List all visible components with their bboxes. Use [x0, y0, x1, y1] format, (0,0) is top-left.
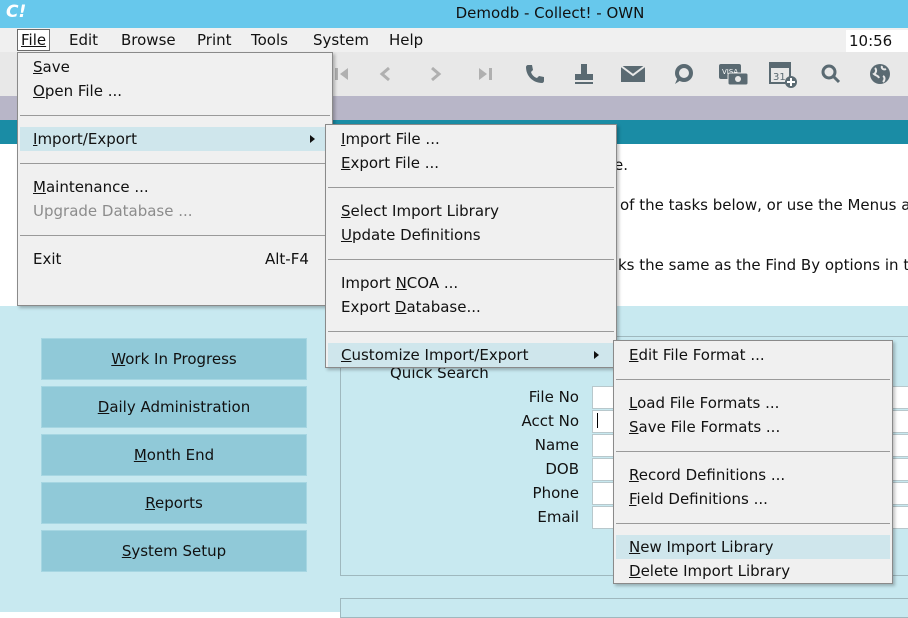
menu-maintenance[interactable]: Maintenance ...	[33, 178, 149, 196]
menu-record-definitions[interactable]: Record Definitions ...	[629, 466, 785, 484]
menu-help[interactable]: Help	[389, 31, 423, 49]
text-cursor	[597, 413, 598, 428]
menu-select-import-library[interactable]: Select Import Library	[341, 202, 499, 220]
menu-separator	[616, 379, 890, 380]
menu-import-file[interactable]: Import File ...	[341, 130, 440, 148]
calendar-add-icon[interactable]: 31	[768, 61, 798, 88]
menu-open-file[interactable]: Open File ...	[33, 82, 122, 100]
window-title: Demodb - Collect! - OWN	[455, 4, 645, 22]
search-icon[interactable]	[818, 61, 844, 87]
file-menu: Save Open File ... Import/Export Mainten…	[17, 52, 333, 306]
menu-separator	[328, 331, 614, 332]
menu-edit[interactable]: Edit	[69, 31, 98, 49]
globe-icon[interactable]	[867, 61, 893, 87]
menu-save-file-formats[interactable]: Save File Formats ...	[629, 418, 780, 436]
setup-label-rest: ystem Setup	[131, 542, 227, 560]
reports-label-rest: eports	[154, 494, 203, 512]
menu-bar: File Edit Browse Print Tools System Help	[0, 28, 908, 52]
exit-shortcut: Alt-F4	[265, 250, 309, 268]
title-bar: C! Demodb - Collect! - OWN	[0, 0, 908, 28]
system-setup-button[interactable]: System Setup	[41, 530, 307, 572]
menu-separator	[616, 451, 890, 452]
submenu-arrow-icon	[310, 135, 315, 143]
name-label: Name	[534, 436, 579, 454]
daily-administration-button[interactable]: Daily Administration	[41, 386, 307, 428]
dob-label: DOB	[545, 460, 579, 478]
menu-new-import-library[interactable]: New Import Library	[629, 538, 774, 556]
menu-export-database[interactable]: Export Database...	[341, 298, 481, 316]
menu-update-definitions[interactable]: Update Definitions	[341, 226, 481, 244]
submenu-arrow-icon	[594, 351, 599, 359]
menu-tools[interactable]: Tools	[251, 31, 288, 49]
envelope-icon[interactable]	[620, 61, 646, 87]
skip-back-icon[interactable]	[330, 61, 356, 87]
clock: 10:56 AM	[846, 30, 908, 72]
customize-menu: Edit File Format ... Load File Formats .…	[613, 340, 893, 584]
skip-forward-icon[interactable]	[472, 61, 498, 87]
intro-line-2: of the tasks below, or use the Menus at …	[620, 196, 908, 214]
menu-browse[interactable]: Browse	[121, 31, 176, 49]
menu-file-label: File	[21, 31, 47, 49]
menu-load-file-formats[interactable]: Load File Formats ...	[629, 394, 779, 412]
menu-delete-import-library[interactable]: Delete Import Library	[629, 562, 790, 580]
menu-import-ncoa[interactable]: Import NCOA ...	[341, 274, 458, 292]
email-label: Email	[537, 508, 579, 526]
phone-label: Phone	[532, 484, 579, 502]
secondary-panel	[340, 598, 908, 618]
menu-separator	[328, 187, 614, 188]
import-export-menu: Import File ... Export File ... Select I…	[325, 124, 617, 368]
month-label-rest: onth End	[146, 446, 215, 464]
menu-system[interactable]: System	[313, 31, 369, 49]
menu-save[interactable]: Save	[33, 58, 70, 76]
menu-separator	[20, 115, 330, 116]
work-in-progress-button[interactable]: Work In Progress	[41, 338, 307, 380]
menu-separator	[20, 235, 330, 236]
menu-separator	[616, 523, 890, 524]
forward-icon[interactable]	[422, 61, 448, 87]
menu-customize-import-export[interactable]: Customize Import/Export	[341, 346, 528, 364]
file-no-label: File No	[528, 388, 579, 406]
back-icon[interactable]	[373, 61, 399, 87]
reports-button[interactable]: Reports	[41, 482, 307, 524]
menu-export-file[interactable]: Export File ...	[341, 154, 439, 172]
menu-exit[interactable]: Exit	[33, 250, 61, 268]
menu-print[interactable]: Print	[197, 31, 232, 49]
menu-upgrade-database: Upgrade Database ...	[33, 202, 193, 220]
wip-label-rest: ork In Progress	[125, 350, 237, 368]
phone-icon[interactable]	[522, 61, 548, 87]
menu-separator	[328, 259, 614, 260]
chat-icon[interactable]	[670, 61, 696, 87]
menu-field-definitions[interactable]: Field Definitions ...	[629, 490, 768, 508]
menu-separator	[20, 163, 330, 164]
month-end-button[interactable]: Month End	[41, 434, 307, 476]
acct-no-label: Acct No	[521, 412, 579, 430]
svg-text:31: 31	[773, 72, 786, 83]
menu-import-export[interactable]: Import/Export	[33, 130, 137, 148]
visa-card-icon[interactable]: VISA	[718, 61, 750, 87]
stamp-icon[interactable]	[571, 61, 597, 87]
intro-line-3: ks the same as the Find By options in th…	[618, 256, 908, 274]
menu-file[interactable]: File	[17, 29, 51, 51]
menu-edit-file-format[interactable]: Edit File Format ...	[629, 346, 765, 364]
daily-label-rest: aily Administration	[109, 398, 251, 416]
